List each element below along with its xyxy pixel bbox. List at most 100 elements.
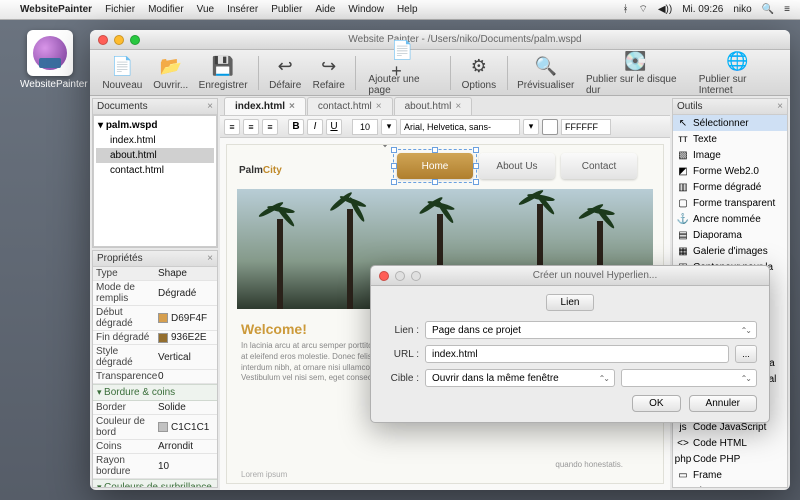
minimize-window-button[interactable]	[114, 35, 124, 45]
dialog-close-button[interactable]	[379, 271, 389, 281]
property-value[interactable]: C1C1C1	[155, 415, 217, 439]
text-color-input[interactable]	[561, 119, 611, 135]
prop-section-border[interactable]: ▾ Bordure & coins	[93, 384, 217, 401]
property-value[interactable]: 10	[155, 454, 217, 478]
tab-index[interactable]: index.html×	[224, 97, 306, 115]
menu-fichier[interactable]: Fichier	[105, 4, 135, 15]
property-row[interactable]: Style dégradéVertical	[93, 345, 217, 370]
toolbar-enregistrer[interactable]: 💾Enregistrer	[195, 53, 252, 93]
toolbar-pr-visualiser[interactable]: 🔍Prévisualiser	[514, 53, 578, 93]
tab-contact[interactable]: contact.html×	[307, 97, 393, 115]
tab-close-icon[interactable]: ×	[289, 101, 295, 112]
tool-code-html[interactable]: <>Code HTML	[673, 435, 787, 451]
toolbar-d-faire[interactable]: ↩Défaire	[264, 53, 306, 93]
property-row[interactable]: CoinsArrondit	[93, 440, 217, 454]
font-family-select[interactable]	[400, 119, 520, 135]
prop-section-highlight[interactable]: ▾ Couleurs de surbrillance	[93, 479, 217, 487]
property-value[interactable]: Solide	[155, 401, 217, 414]
menu-aide[interactable]: Aide	[315, 4, 335, 15]
bluetooth-icon[interactable]: ᚼ	[622, 4, 628, 15]
toolbar-ajouter-une-page[interactable]: 📄+Ajouter une page	[362, 47, 444, 98]
italic-button[interactable]: I	[307, 119, 323, 135]
property-row[interactable]: BorderSolide	[93, 401, 217, 415]
property-row[interactable]: Fin dégradé936E2E	[93, 331, 217, 345]
property-row[interactable]: Mode de remplisDégradé	[93, 281, 217, 306]
project-root[interactable]: ▾ palm.wspd	[96, 118, 214, 133]
menu-publier[interactable]: Publier	[271, 4, 302, 15]
panel-close-icon[interactable]: ×	[207, 253, 213, 264]
app-menu[interactable]: WebsitePainter	[20, 4, 92, 15]
volume-icon[interactable]: ◀))	[658, 4, 672, 15]
toolbar-refaire[interactable]: ↪Refaire	[308, 53, 350, 93]
property-row[interactable]: Début dégradéD69F4F	[93, 306, 217, 331]
toolbar-publier-sur-internet[interactable]: 🌐Publier sur Internet	[693, 47, 782, 98]
panel-close-icon[interactable]: ×	[777, 101, 783, 112]
close-window-button[interactable]	[98, 35, 108, 45]
color-swatch[interactable]	[158, 313, 168, 323]
align-center-button[interactable]: ≡	[243, 119, 259, 135]
property-row[interactable]: Transparence0	[93, 370, 217, 384]
zoom-window-button[interactable]	[130, 35, 140, 45]
tool-forme-transparent[interactable]: ▢Forme transparent	[673, 195, 787, 211]
site-logo[interactable]: PalmCity	[239, 157, 282, 178]
property-row[interactable]: Rayon bordure10	[93, 454, 217, 479]
move-handle-icon[interactable]: ✥	[380, 144, 390, 150]
nav-contact-button[interactable]: Contact	[561, 153, 637, 179]
tool-texte[interactable]: ᴛᴛTexte	[673, 131, 787, 147]
toolbar-ouvrir-[interactable]: 📂Ouvrir...	[149, 53, 193, 93]
clock[interactable]: Mi. 09:26	[682, 4, 723, 15]
font-size-stepper[interactable]: ▾	[381, 119, 397, 135]
notifications-icon[interactable]: ≡	[784, 4, 790, 15]
menu-inserer[interactable]: Insérer	[227, 4, 258, 15]
color-swatch[interactable]	[158, 422, 168, 432]
properties-list[interactable]: TypeShape Mode de remplisDégradéDébut dé…	[93, 267, 217, 487]
align-right-button[interactable]: ≡	[262, 119, 278, 135]
url-browse-button[interactable]: ...	[735, 345, 757, 363]
property-value[interactable]: 936E2E	[155, 331, 217, 344]
dialog-tab-lien[interactable]: Lien	[546, 294, 595, 311]
tool-frame[interactable]: ▭Frame	[673, 467, 787, 483]
nav-about-button[interactable]: About Us	[479, 153, 555, 179]
underline-button[interactable]: U	[326, 119, 342, 135]
tool-image[interactable]: ▧Image	[673, 147, 787, 163]
tool-forme-d-grad-[interactable]: ▥Forme dégradé	[673, 179, 787, 195]
doc-contact[interactable]: contact.html	[96, 163, 214, 178]
tool-plus[interactable]: +Plus	[673, 483, 787, 487]
tool-diaporama[interactable]: ▤Diaporama	[673, 227, 787, 243]
property-row[interactable]: Couleur de bordC1C1C1	[93, 415, 217, 440]
font-size-input[interactable]	[352, 119, 378, 135]
property-value[interactable]: Arrondit	[155, 440, 217, 453]
tool-galerie-d-images[interactable]: ▦Galerie d'images	[673, 243, 787, 259]
documents-tree[interactable]: ▾ palm.wspd index.html about.html contac…	[93, 115, 217, 247]
color-swatch[interactable]	[158, 333, 168, 343]
text-color-swatch[interactable]	[542, 119, 558, 135]
user-menu[interactable]: niko	[733, 4, 751, 15]
wifi-icon[interactable]: ⌔	[638, 3, 647, 16]
font-dropdown-icon[interactable]: ▾	[523, 119, 539, 135]
tool-forme-web-[interactable]: ◩Forme Web2.0	[673, 163, 787, 179]
doc-index[interactable]: index.html	[96, 133, 214, 148]
toolbar-publier-sur-le-disque-dur[interactable]: 💽Publier sur le disque dur	[580, 47, 691, 98]
tab-about[interactable]: about.html×	[394, 97, 473, 115]
menu-window[interactable]: Window	[348, 4, 384, 15]
url-input[interactable]: index.html	[425, 345, 729, 363]
cible-target-select[interactable]	[621, 369, 757, 387]
menu-help[interactable]: Help	[397, 4, 418, 15]
welcome-heading[interactable]: Welcome!	[241, 321, 307, 337]
desktop-app-icon[interactable]: WebsitePainter	[20, 30, 80, 90]
toolbar-options[interactable]: ⚙Options	[457, 53, 501, 93]
ok-button[interactable]: OK	[632, 395, 680, 412]
spotlight-icon[interactable]: 🔍	[762, 4, 774, 15]
doc-about[interactable]: about.html	[96, 148, 214, 163]
tool-ancre-nomm-e[interactable]: ⚓Ancre nommée	[673, 211, 787, 227]
panel-close-icon[interactable]: ×	[207, 101, 213, 112]
property-value[interactable]: Vertical	[155, 345, 217, 369]
tool-s-lectionner[interactable]: ↖Sélectionner	[673, 115, 787, 131]
bold-button[interactable]: B	[288, 119, 304, 135]
toolbar-nouveau[interactable]: 📄Nouveau	[98, 53, 147, 93]
tab-close-icon[interactable]: ×	[455, 101, 461, 112]
tool-code-php[interactable]: phpCode PHP	[673, 451, 787, 467]
menu-vue[interactable]: Vue	[197, 4, 214, 15]
menu-modifier[interactable]: Modifier	[148, 4, 184, 15]
lien-select[interactable]: Page dans ce projet	[425, 321, 757, 339]
